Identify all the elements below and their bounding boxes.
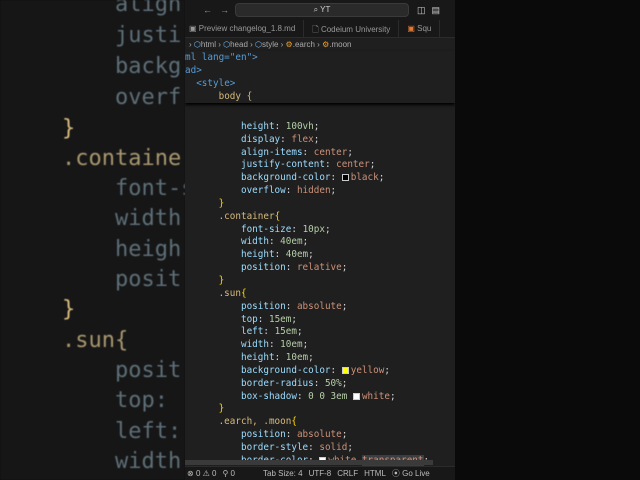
color-swatch-yellow[interactable] xyxy=(341,366,349,374)
language-mode[interactable]: HTML xyxy=(364,469,386,478)
title-bar: ←→ ⌕ YT ◫▤ xyxy=(185,0,455,20)
tab-label: Preview changelog_1.8.md xyxy=(198,24,296,33)
encoding[interactable]: UTF-8 xyxy=(309,469,332,478)
ports-indicator[interactable]: ⚲ 0 xyxy=(222,469,235,478)
tab-label: Squ xyxy=(417,24,432,33)
line-endings[interactable]: CRLF xyxy=(337,469,358,478)
blurred-background-code: align justi backg overf } .containe font… xyxy=(0,0,185,480)
tab-size[interactable]: Tab Size: 4 xyxy=(263,469,303,478)
bg-line: top: xyxy=(115,388,182,413)
crumb[interactable]: html xyxy=(201,40,216,49)
bg-line: } xyxy=(62,297,76,322)
tab-preview[interactable]: ▣ Preview changelog_1.8.md xyxy=(185,20,305,37)
tab-bar: ▣ Preview changelog_1.8.md 🗋 Codeium Uni… xyxy=(185,20,455,38)
bg-line: .containe xyxy=(62,146,182,171)
sticky-scroll: ml lang="en"> ad> <style> body { xyxy=(185,51,455,104)
bg-line: posit xyxy=(115,358,182,383)
tab-codeium[interactable]: 🗋 Codeium University xyxy=(304,20,400,37)
bg-line: .sun{ xyxy=(62,328,129,353)
bg-line: backg xyxy=(115,54,182,79)
bg-line: posit xyxy=(115,267,182,292)
bg-line: overf xyxy=(115,85,182,110)
crumb[interactable]: style xyxy=(262,40,278,49)
bg-line: heigh xyxy=(115,237,182,262)
code-line: <style> xyxy=(196,77,236,89)
bg-line: align xyxy=(115,0,182,17)
command-center-search[interactable]: ⌕ YT xyxy=(235,3,409,17)
horizontal-scrollbar[interactable] xyxy=(185,460,433,465)
search-text: YT xyxy=(320,5,331,14)
crumb[interactable]: .earch xyxy=(293,40,315,49)
tab-squ[interactable]: ▣ Squ xyxy=(399,20,441,37)
bg-line: width xyxy=(115,206,182,231)
code-line: ml lang="en"> xyxy=(185,52,258,63)
problems-indicator[interactable]: ⊗ 0 ⚠ 0 xyxy=(187,469,216,478)
tab-label: Codeium University xyxy=(320,25,391,34)
status-bar: ⊗ 0 ⚠ 0 ⚲ 0 Tab Size: 4 UTF-8 CRLF HTML … xyxy=(185,466,455,480)
code-line: body { xyxy=(218,90,253,102)
bg-line: width xyxy=(115,449,182,474)
crumb[interactable]: head xyxy=(230,40,248,49)
code-line: ad> xyxy=(185,64,202,76)
breadcrumb: › ⬡html › ⬡head › ⬡style › ⚙.earch › ⚙.m… xyxy=(189,40,352,49)
vscode-window: ←→ ⌕ YT ◫▤ ▣ Preview changelog_1.8.md 🗋 … xyxy=(185,0,455,480)
go-live-button[interactable]: ⦿ Go Live xyxy=(392,468,430,479)
bg-line: font-s xyxy=(115,176,185,201)
bg-line: justi xyxy=(115,23,182,48)
blurred-background-right xyxy=(455,0,640,480)
crumb[interactable]: .moon xyxy=(329,40,351,49)
color-swatch-white[interactable] xyxy=(352,392,360,400)
bg-line: left: xyxy=(115,419,182,444)
back-forward-icons[interactable]: ←→ xyxy=(185,5,235,15)
code-editor[interactable]: height: 100vh; display: flex; align-item… xyxy=(185,108,430,480)
color-swatch-black[interactable] xyxy=(341,174,349,182)
bg-line: } xyxy=(62,116,76,141)
layout-icons[interactable]: ◫▤ xyxy=(417,5,446,16)
